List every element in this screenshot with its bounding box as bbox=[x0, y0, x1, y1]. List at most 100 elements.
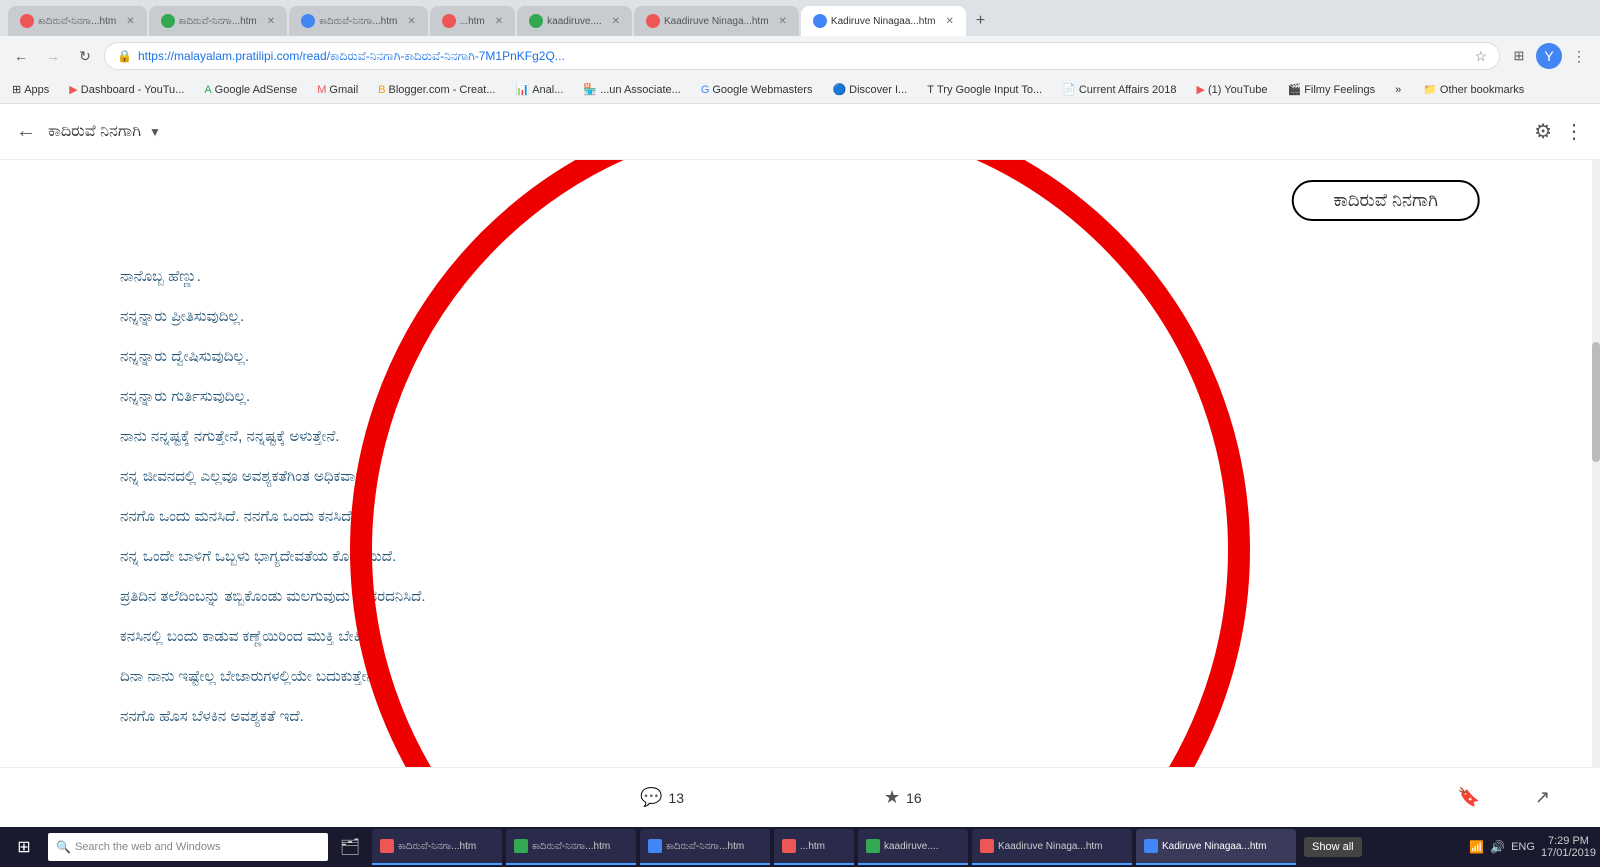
blogger-favicon: B bbox=[378, 84, 385, 96]
line-12: ನನಗೊ ಹೊಸ ಬೆಳಕಿನ ಅವಶ್ಯಕತೆ ಇದೆ. bbox=[120, 705, 1480, 729]
bookmark-filmy[interactable]: 🎬 Filmy Feelings bbox=[1283, 81, 1379, 98]
tab-label-6: Kaadiruve Ninaga...htm bbox=[664, 16, 769, 27]
title-oval-container: ಕಾದಿರುವೆ ನಿನಗಾಗಿ bbox=[120, 180, 1480, 245]
url-bar[interactable]: 🔒 https://malayalam.pratilipi.com/read/ಕ… bbox=[104, 42, 1500, 70]
taskbar-datetime: 7:29 PM 17/01/2019 bbox=[1541, 835, 1596, 859]
bookmark-apps-label: Apps bbox=[24, 84, 49, 96]
tab-5[interactable]: kaadiruve.... ✕ bbox=[517, 6, 632, 36]
tab-close-1[interactable]: ✕ bbox=[126, 16, 134, 27]
bookmark-star-icon[interactable]: ☆ bbox=[1474, 48, 1487, 65]
content-area: ಕಾದಿರುವೆ ನಿನಗಾಗಿ ನಾನೊಬ್ಬ ಹೆಣ್ಣು. ನನ್ನನ್ನ… bbox=[0, 160, 1600, 751]
discover-favicon: 🔵 bbox=[832, 83, 846, 96]
reload-button[interactable]: ↻ bbox=[72, 43, 98, 69]
tab-favicon-6 bbox=[646, 14, 660, 28]
tab-label-4: ...htm bbox=[460, 16, 485, 27]
bookmark-adsense-label: Google AdSense bbox=[215, 84, 298, 96]
scrollbar-thumb[interactable] bbox=[1592, 342, 1600, 462]
taskbar-app-3-label: ಕಾದಿರುವೆ-ನಿನಗಾ...htm bbox=[666, 841, 744, 852]
share-action[interactable]: ↗ bbox=[1535, 787, 1550, 808]
more-options-icon[interactable]: ⋮ bbox=[1564, 119, 1584, 144]
bookmark-adsense[interactable]: A Google AdSense bbox=[200, 82, 301, 98]
tab-4[interactable]: ...htm ✕ bbox=[430, 6, 515, 36]
tab-close-3[interactable]: ✕ bbox=[407, 16, 415, 27]
tab-close-4[interactable]: ✕ bbox=[495, 16, 503, 27]
bookmark-analytics[interactable]: 📊 Anal... bbox=[512, 81, 568, 98]
taskbar-app-6-label: Kaadiruve Ninaga...htm bbox=[998, 841, 1103, 852]
tab-close-5[interactable]: ✕ bbox=[612, 16, 620, 27]
tab-1[interactable]: ಕಾದಿರುವೆ-ನಿನಗಾ...htm ✕ bbox=[8, 6, 147, 36]
title-dropdown-icon[interactable]: ▼ bbox=[149, 125, 161, 139]
comments-action[interactable]: 💬 13 bbox=[640, 787, 684, 808]
adsense-favicon: A bbox=[204, 84, 211, 96]
taskbar-search-text: Search the web and Windows bbox=[75, 841, 221, 853]
bookmark-blogger[interactable]: B Blogger.com - Creat... bbox=[374, 82, 499, 98]
page-area: ← ಕಾದಿರುವೆ ನಿನಗಾಗಿ ▼ ⚙ ⋮ ಕಾದಿರುವೆ ನಿನಗಾಗ… bbox=[0, 104, 1600, 827]
bookmark-webmasters-label: Google Webmasters bbox=[712, 84, 812, 96]
filmy-favicon: 🎬 bbox=[1287, 83, 1301, 96]
taskbar-search[interactable]: 🔍 Search the web and Windows bbox=[48, 833, 328, 861]
bookmark-current-affairs-label: Current Affairs 2018 bbox=[1079, 84, 1177, 96]
page-back-button[interactable]: ← bbox=[16, 120, 36, 143]
bookmark-associates[interactable]: 🏪 ...un Associate... bbox=[579, 81, 684, 98]
taskbar-app-4[interactable]: ...htm bbox=[774, 829, 854, 865]
bookmark-dashboard[interactable]: ▶ Dashboard - YouTu... bbox=[65, 81, 188, 98]
taskbar-app-7[interactable]: Kadiruve Ninagaa...htm bbox=[1136, 829, 1296, 865]
line-6: ನನ್ನ ಜೀವನದಲ್ಲಿ ಎಲ್ಲವೂ ಅವಶ್ಯಕತೆಗಿಂತ ಅಧಿಕವ… bbox=[120, 465, 1480, 489]
bookmark-gmail[interactable]: M Gmail bbox=[313, 82, 362, 98]
taskbar-app-2-label: ಕಾದಿರುವೆ-ನಿನಗಾ...htm bbox=[532, 841, 610, 852]
taskbar-task-view[interactable]: 🗂 bbox=[332, 827, 368, 867]
bookmark-youtube[interactable]: ▶ (1) YouTube bbox=[1192, 81, 1271, 98]
taskbar-app-3[interactable]: ಕಾದಿರುವೆ-ನಿನಗಾ...htm bbox=[640, 829, 770, 865]
line-11: ದಿನಾ ನಾನು ಇಷ್ಟೇಲ್ಲ ಬೇಜಾರುಗಳಲ್ಲಿಯೇ ಬದುಕುತ… bbox=[120, 665, 1480, 689]
bookmark-apps[interactable]: ⊞ Apps bbox=[8, 81, 53, 98]
tab-7[interactable]: Kadiruve Ninagaa...htm ✕ bbox=[801, 6, 966, 36]
taskbar: ⊞ 🔍 Search the web and Windows 🗂 ಕಾದಿರುವ… bbox=[0, 827, 1600, 867]
tab-label-5: kaadiruve.... bbox=[547, 16, 601, 27]
taskbar-app-6-favicon bbox=[980, 839, 994, 853]
taskbar-app-6[interactable]: Kaadiruve Ninaga...htm bbox=[972, 829, 1132, 865]
bookmark-current-affairs[interactable]: 📄 Current Affairs 2018 bbox=[1058, 81, 1180, 98]
line-3: ನನ್ನನ್ನಾರು ದ್ವೇಷಿಸುವುದಿಲ್ಲ. bbox=[120, 345, 1480, 369]
show-all-button[interactable]: Show all bbox=[1304, 837, 1362, 857]
bookmark-webmasters[interactable]: G Google Webmasters bbox=[697, 82, 817, 98]
more-icon: » bbox=[1395, 84, 1401, 96]
likes-action[interactable]: ★ 16 bbox=[884, 787, 922, 808]
address-bar: ← → ↻ 🔒 https://malayalam.pratilipi.com/… bbox=[0, 36, 1600, 76]
line-2: ನನ್ನನ್ನಾರು ಪ್ರೀತಿಸುವುದಿಲ್ಲ. bbox=[120, 305, 1480, 329]
windows-start-button[interactable]: ⊞ bbox=[4, 827, 44, 867]
taskbar-app-1[interactable]: ಕಾದಿರುವೆ-ನಿನಗಾ...htm bbox=[372, 829, 502, 865]
browser-right-icons: ⊞ Y ⋮ bbox=[1506, 43, 1592, 69]
browser-frame: ಕಾದಿರುವೆ-ನಿನಗಾ...htm ✕ ಕಾದಿರುವೆ-ನಿನಗಾ...… bbox=[0, 0, 1600, 867]
tab-close-2[interactable]: ✕ bbox=[267, 16, 275, 27]
line-1: ನಾನೊಬ್ಬ ಹೆಣ್ಣು. bbox=[120, 265, 1480, 289]
line-10: ಕನಸಿನಲ್ಲಿ ಬಂದು ಕಾಡುವ ಕಣ್ಣೆಯಿರಿಂದ ಮುಕ್ತಿ … bbox=[120, 625, 1480, 649]
forward-button[interactable]: → bbox=[40, 43, 66, 69]
browser-menu-icon[interactable]: ⋮ bbox=[1566, 43, 1592, 69]
scrollbar[interactable] bbox=[1592, 160, 1600, 767]
taskbar-right: 📶 🔊 ENG 7:29 PM 17/01/2019 bbox=[1469, 835, 1596, 859]
folder-icon: 📁 bbox=[1423, 83, 1437, 96]
settings-icon[interactable]: ⚙ bbox=[1534, 119, 1552, 144]
windows-logo-icon: ⊞ bbox=[17, 837, 30, 857]
taskbar-app-5[interactable]: kaadiruve.... bbox=[858, 829, 968, 865]
search-magnifier-icon: 🔍 bbox=[56, 840, 71, 854]
paragraph-1: ಒಂದಿನ ನಾನು ಬಹಳ್ಳು ಬೇಜಾರಾಗಿ ಮನಸ್ಸಿಲ್ಲದ ಮನ… bbox=[120, 745, 1480, 751]
bookmark-discover[interactable]: 🔵 Discover I... bbox=[828, 81, 911, 98]
bookmark-more[interactable]: » bbox=[1391, 82, 1405, 98]
tab-close-6[interactable]: ✕ bbox=[779, 16, 787, 27]
profile-icon[interactable]: Y bbox=[1536, 43, 1562, 69]
url-text: https://malayalam.pratilipi.com/read/ಕಾದ… bbox=[138, 49, 1468, 64]
bookmark-input-tool[interactable]: T Try Google Input To... bbox=[923, 82, 1046, 98]
taskbar-app-2[interactable]: ಕಾದಿರುವೆ-ನಿನಗಾ...htm bbox=[506, 829, 636, 865]
bookmark-action[interactable]: 🔖 bbox=[1458, 787, 1480, 808]
bookmark-other[interactable]: 📁 Other bookmarks bbox=[1419, 81, 1528, 98]
tab-6[interactable]: Kaadiruve Ninaga...htm ✕ bbox=[634, 6, 799, 36]
tab-favicon-3 bbox=[301, 14, 315, 28]
tab-2[interactable]: ಕಾದಿರುವೆ-ನಿನಗಾ...htm ✕ bbox=[149, 6, 288, 36]
tab-3[interactable]: ಕಾದಿರುವೆ-ನಿನಗಾ...htm ✕ bbox=[289, 6, 428, 36]
new-tab-button[interactable]: + bbox=[972, 12, 989, 30]
taskbar-network-icon: 📶 bbox=[1469, 840, 1484, 854]
back-button[interactable]: ← bbox=[8, 43, 34, 69]
tab-close-7[interactable]: ✕ bbox=[945, 16, 953, 27]
extensions-icon[interactable]: ⊞ bbox=[1506, 43, 1532, 69]
